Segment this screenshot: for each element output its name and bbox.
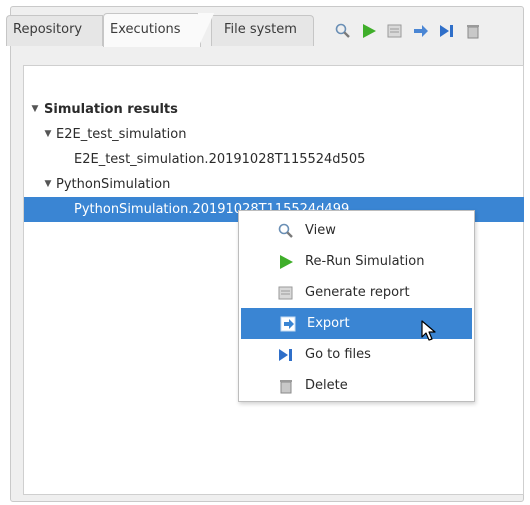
delete-icon[interactable]: [460, 21, 486, 41]
expand-arrow-icon[interactable]: ▼: [43, 172, 53, 197]
menu-item-go-to-files[interactable]: Go to files: [239, 339, 474, 370]
menu-item-label: Go to files: [305, 347, 371, 362]
tree-group-label: PythonSimulation: [56, 177, 171, 192]
menu-item-view[interactable]: View: [239, 215, 474, 246]
mouse-pointer-icon: [421, 320, 436, 341]
expand-arrow-icon[interactable]: ▼: [43, 122, 53, 147]
context-menu: View Re-Run Simulation Generate report E…: [238, 210, 475, 402]
toolbar: [330, 21, 486, 41]
report-icon[interactable]: [382, 21, 408, 41]
tab-executions[interactable]: Executions: [103, 13, 214, 47]
menu-item-label: View: [305, 223, 336, 238]
goto-files-icon: [279, 349, 292, 361]
tree-leaf[interactable]: E2E_test_simulation.20191028T115524d505: [24, 147, 524, 172]
menu-item-export[interactable]: Export: [241, 308, 472, 339]
menu-item-label: Generate report: [305, 285, 410, 300]
menu-item-generate-report[interactable]: Generate report: [239, 277, 474, 308]
tree-root[interactable]: ▼ Simulation results: [24, 97, 524, 122]
export-icon[interactable]: [408, 21, 434, 41]
export-icon: [280, 316, 296, 332]
report-icon: [278, 286, 293, 300]
tree-leaf-label: E2E_test_simulation.20191028T115524d505: [74, 152, 366, 167]
magnifier-icon[interactable]: [330, 21, 356, 41]
tree-root-label: Simulation results: [44, 102, 178, 117]
menu-item-rerun-simulation[interactable]: Re-Run Simulation: [239, 246, 474, 277]
tab-file-system[interactable]: File system: [211, 15, 314, 46]
tree-group[interactable]: ▼ E2E_test_simulation: [24, 122, 524, 147]
tree-group[interactable]: ▼ PythonSimulation: [24, 172, 524, 197]
expand-arrow-icon[interactable]: ▼: [30, 97, 40, 122]
menu-item-label: Re-Run Simulation: [305, 254, 425, 269]
tree-group-label: E2E_test_simulation: [56, 127, 187, 142]
menu-item-label: Export: [307, 316, 350, 331]
magnifier-icon: [278, 223, 293, 238]
tab-repository[interactable]: Repository: [6, 15, 103, 46]
tab-bar: Repository Executions File system: [6, 13, 516, 47]
goto-files-icon[interactable]: [434, 21, 460, 41]
delete-icon: [280, 380, 292, 394]
simulation-tree: ▼ Simulation results ▼ E2E_test_simulati…: [24, 97, 524, 222]
run-icon[interactable]: [356, 21, 382, 41]
menu-item-delete[interactable]: Delete: [239, 370, 474, 401]
menu-item-label: Delete: [305, 378, 348, 393]
run-icon: [280, 255, 293, 269]
